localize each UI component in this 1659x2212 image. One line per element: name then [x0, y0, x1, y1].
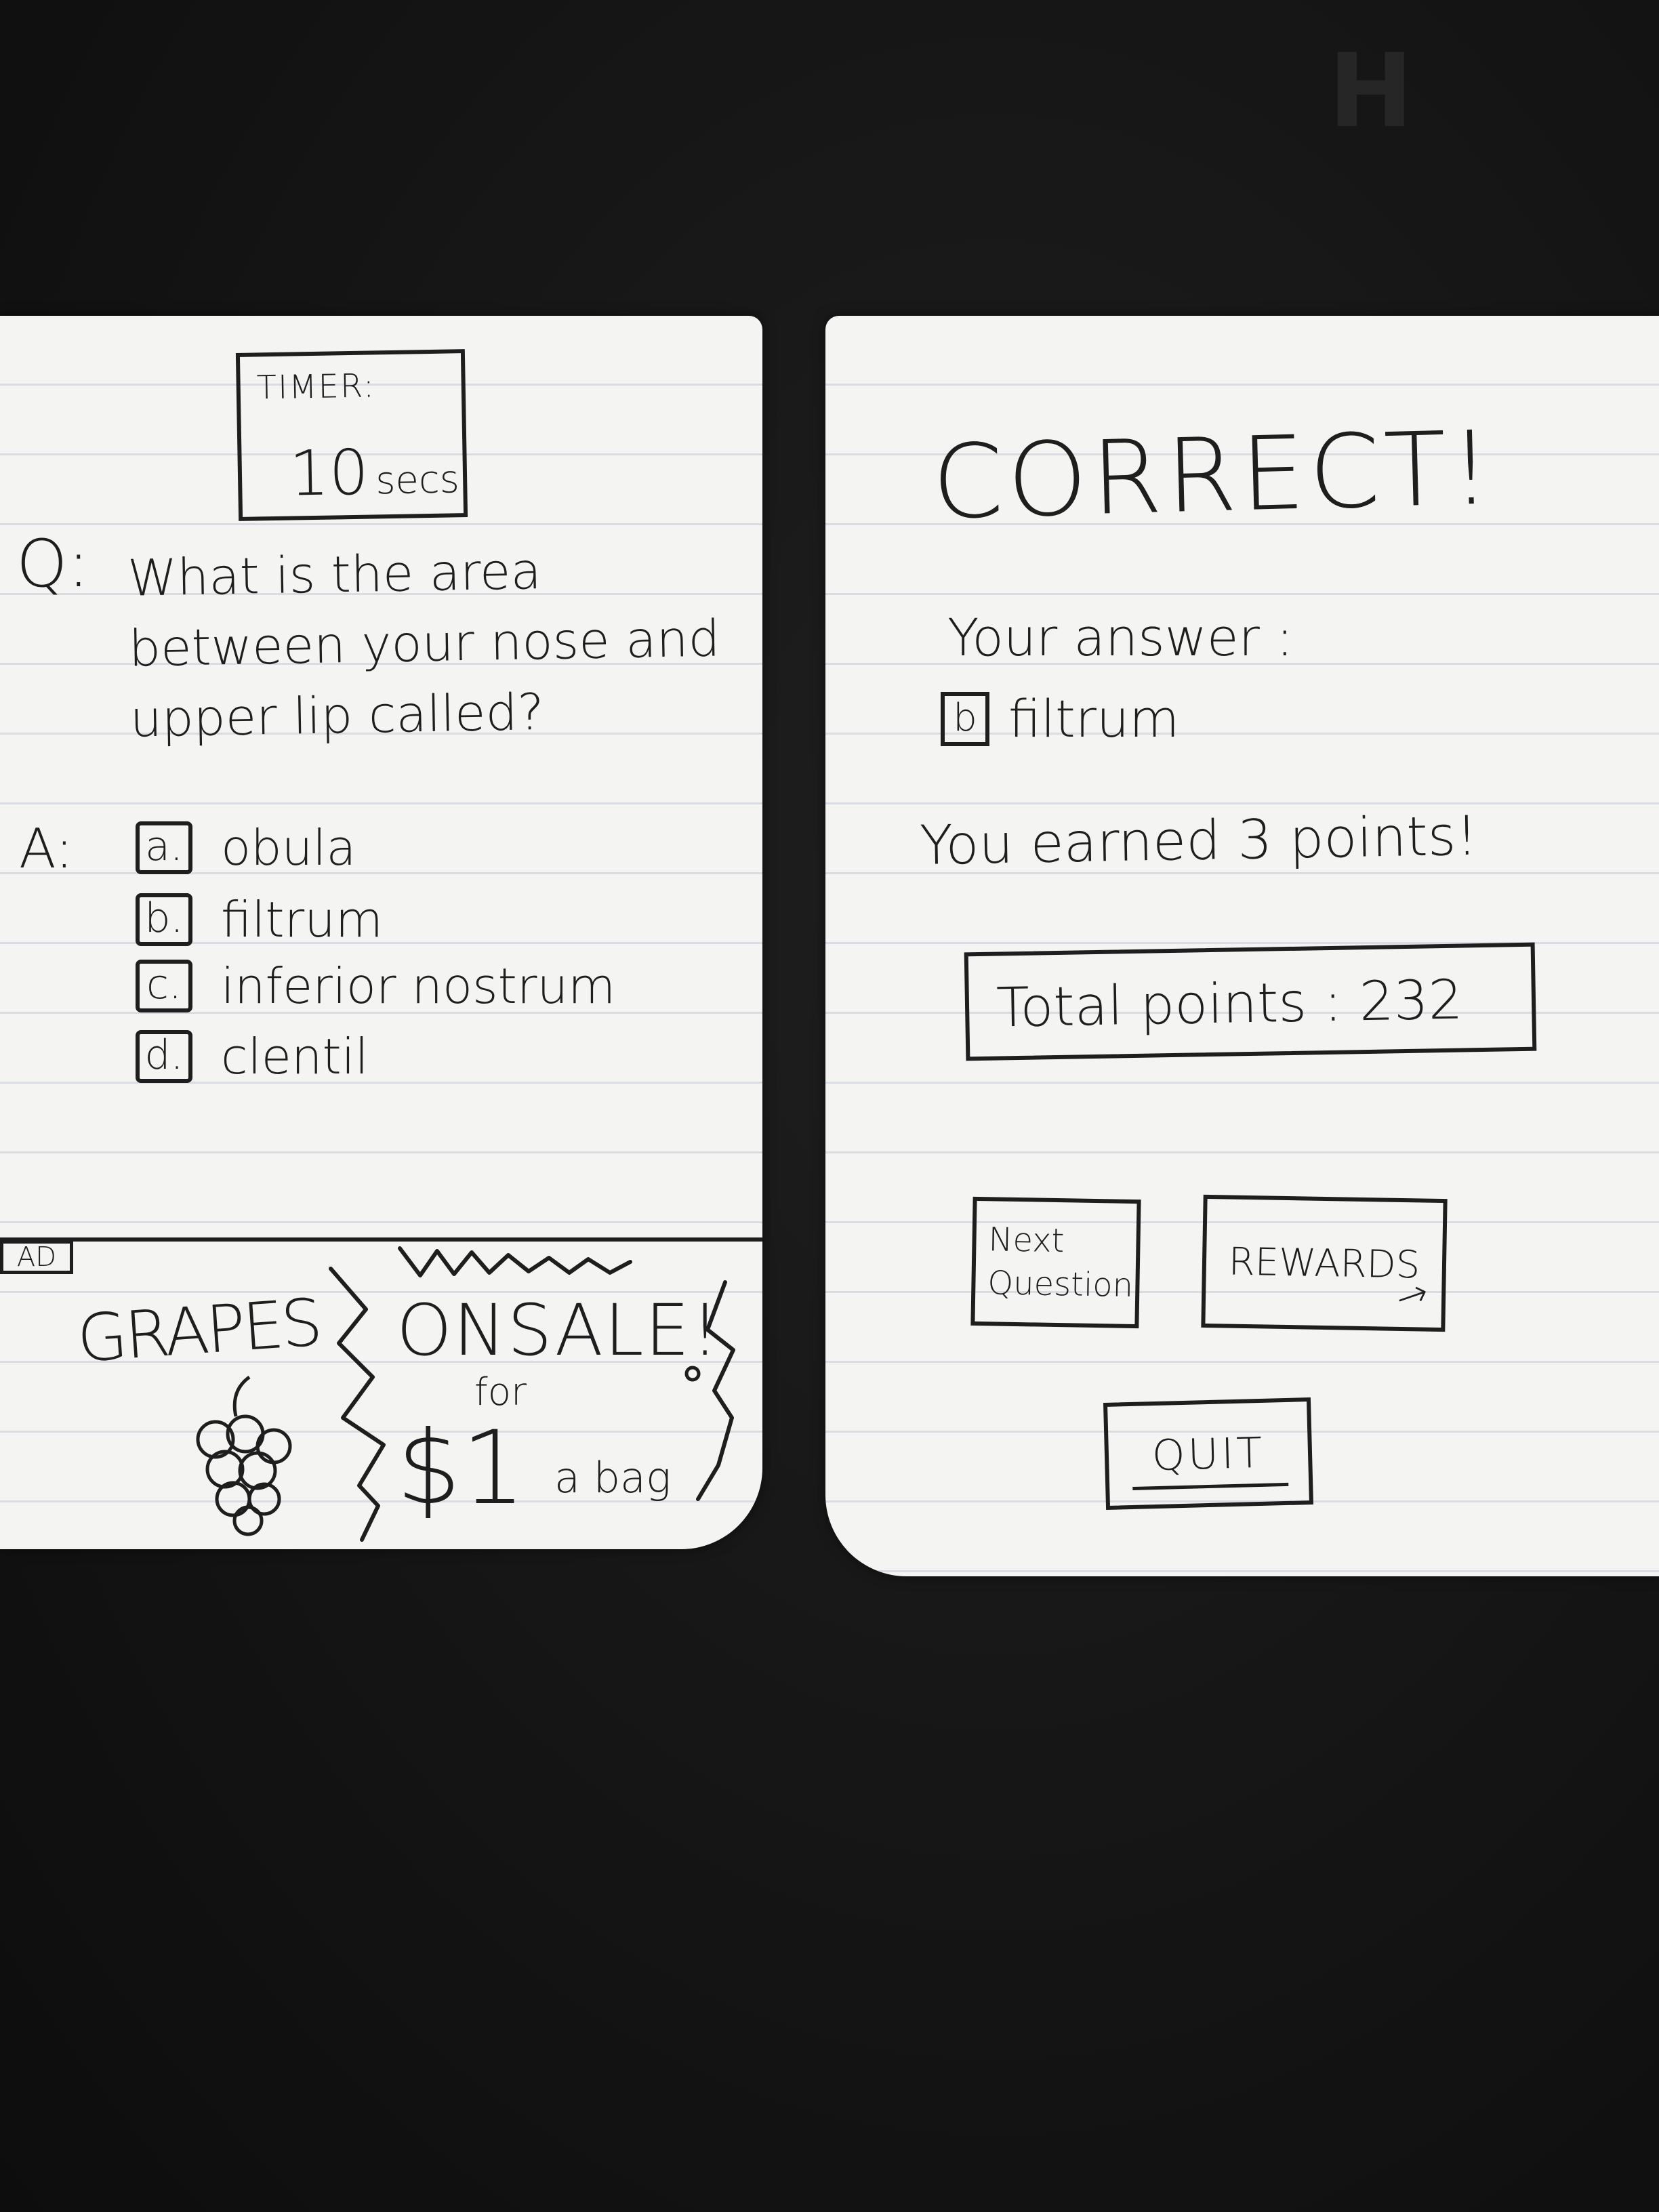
quit-underline	[1132, 1482, 1289, 1490]
timer-unit: secs	[375, 457, 460, 504]
answers-prefix: A:	[19, 817, 74, 880]
selected-answer: b filtrum	[941, 689, 1179, 749]
ad-unit: a bag	[554, 1453, 672, 1502]
ad-banner[interactable]: AD GRAPES ONSALE! for $1 a bag	[0, 1237, 762, 1553]
timer-label: TIMER:	[256, 367, 376, 407]
ad-for: for	[474, 1370, 527, 1414]
grapes-icon	[196, 1375, 292, 1536]
ad-price: $1	[396, 1410, 526, 1528]
quiz-result-screen: CORRECT! Your answer : b filtrum You ear…	[825, 316, 1659, 1576]
total-points: Total points : 232	[996, 968, 1464, 1040]
your-answer-label: Your answer :	[947, 607, 1294, 668]
timer-value: 10 secs	[289, 434, 460, 510]
answer-text-b: filtrum	[221, 891, 383, 948]
ad-headline: ONSALE!	[396, 1289, 721, 1372]
ad-tag: AD	[0, 1240, 73, 1274]
next-question-label-line1: Next	[988, 1221, 1065, 1261]
answer-key-b: b.	[136, 893, 192, 946]
answer-option-c[interactable]: c. inferior nostrum	[136, 956, 615, 1017]
answer-option-d[interactable]: d. clentil	[136, 1026, 369, 1087]
timer-box: TIMER: 10 secs	[235, 349, 468, 521]
corner-mark: H	[1328, 33, 1419, 150]
points-earned: You earned 3 points!	[919, 804, 1479, 877]
answer-key-a: a.	[136, 821, 192, 874]
answer-text-c: inferior nostrum	[221, 958, 616, 1015]
total-points-box: Total points : 232	[964, 942, 1537, 1061]
selected-answer-text: filtrum	[1008, 689, 1180, 749]
next-question-button[interactable]: Next Question	[970, 1196, 1141, 1329]
question-text: What is the area between your nose and u…	[127, 542, 721, 749]
sale-burst-icon	[329, 1246, 735, 1542]
selected-answer-key: b	[941, 691, 989, 746]
quiz-question-screen: TIMER: 10 secs Q: What is the area betwee…	[0, 316, 762, 1549]
rewards-button[interactable]: REWARDS →	[1201, 1194, 1448, 1332]
answer-key-d: d.	[136, 1030, 192, 1083]
answer-key-c: c.	[136, 960, 192, 1012]
answer-option-a[interactable]: a. obula	[136, 817, 356, 878]
next-question-label-line2: Question	[987, 1264, 1134, 1305]
answer-text-d: clentil	[221, 1028, 369, 1085]
answer-option-b[interactable]: b. filtrum	[136, 889, 383, 950]
arrow-right-icon: →	[1389, 1269, 1435, 1322]
question-prefix: Q:	[16, 526, 89, 602]
quit-button[interactable]: QUIT	[1103, 1397, 1314, 1510]
result-title: CORRECT!	[930, 409, 1497, 542]
quit-label: QUIT	[1151, 1427, 1266, 1480]
timer-seconds: 10	[289, 436, 369, 510]
answer-text-a: obula	[221, 819, 356, 876]
